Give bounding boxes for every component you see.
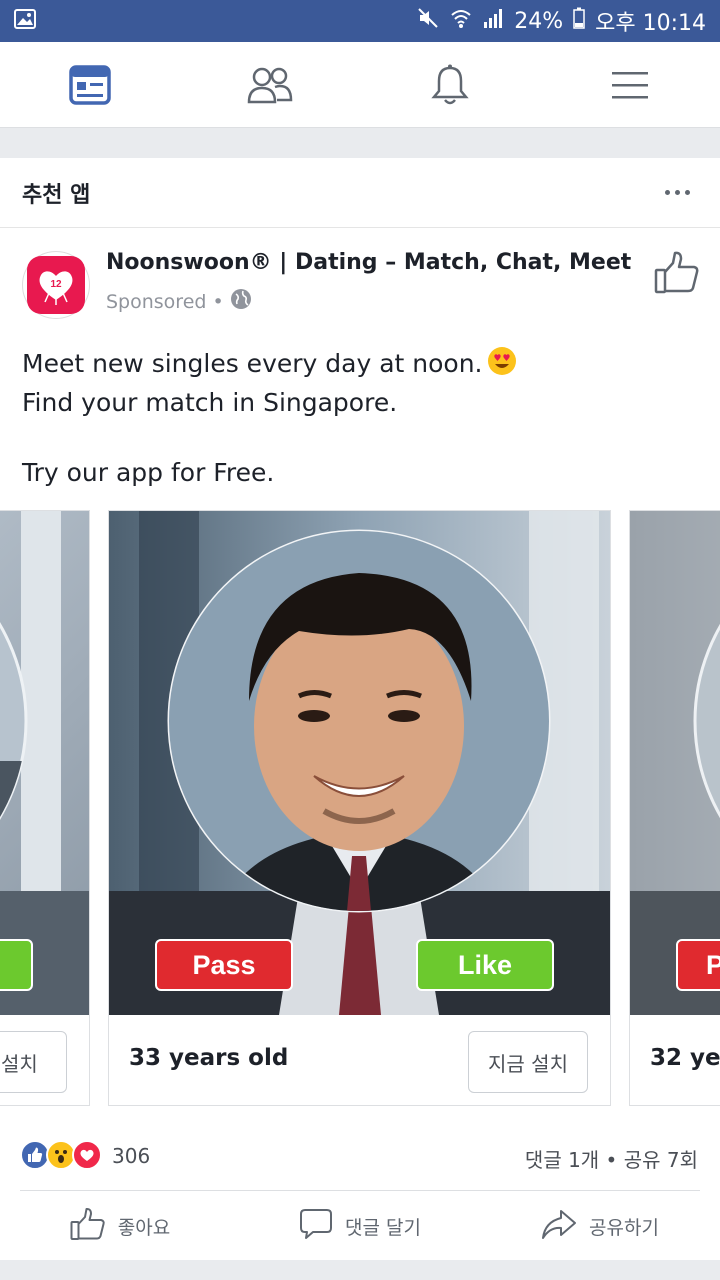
- carousel-card[interactable]: Pass Like 33 years old 지금 설치: [108, 510, 611, 1106]
- reaction-count[interactable]: 306: [112, 1144, 150, 1168]
- reactions-bar[interactable]: 306 댓글 1개 • 공유 7회: [0, 1136, 720, 1192]
- more-dot-icon: [675, 190, 680, 195]
- app-avatar[interactable]: 12: [22, 251, 90, 319]
- signal-icon: [482, 7, 504, 35]
- share-button[interactable]: 공유하기: [480, 1192, 720, 1260]
- top-nav: [0, 42, 720, 128]
- sponsored-label[interactable]: Sponsored: [106, 291, 206, 313]
- card-caption: 33 years old: [129, 1045, 289, 1071]
- clock-heart-icon: 12: [27, 256, 85, 314]
- more-options-button[interactable]: [657, 182, 698, 203]
- divider: [20, 1190, 700, 1191]
- install-now-button[interactable]: 금 설치: [0, 1031, 67, 1093]
- comment-button[interactable]: 댓글 달기: [240, 1192, 480, 1260]
- card-footer: 32 yea: [630, 1015, 720, 1105]
- section-header: 추천 앱: [0, 158, 720, 228]
- friends-icon: [247, 65, 293, 105]
- clock: 오후 10:14: [595, 11, 706, 36]
- like-badge: Like: [416, 939, 554, 991]
- like-badge: [0, 939, 33, 991]
- post-line: [22, 420, 702, 455]
- love-reaction-icon: [72, 1140, 102, 1170]
- like-label: 좋아요: [117, 1216, 171, 1239]
- feed-separator: [0, 128, 720, 158]
- more-dot-icon: [665, 190, 670, 195]
- mute-icon: [416, 6, 440, 36]
- card-footer: 금 설치: [0, 1015, 89, 1105]
- gallery-icon: [14, 9, 36, 33]
- comment-label: 댓글 달기: [345, 1216, 421, 1239]
- heart-eyes-emoji-icon: [487, 346, 517, 385]
- post-body: Meet new singles every day at noon. Find…: [22, 346, 702, 490]
- hamburger-menu-icon: [611, 69, 649, 101]
- reaction-icons: [20, 1140, 102, 1170]
- post-meta: Sponsored •: [106, 288, 252, 315]
- post-header: 12 Noonswoon® | Dating – Match, Chat, Me…: [0, 248, 720, 328]
- bell-icon: [430, 63, 470, 107]
- meta-separator: •: [212, 290, 224, 313]
- sponsored-post-card: 추천 앱 12 Noonswoon® | Dating – Match, Cha…: [0, 158, 720, 1260]
- app-carousel[interactable]: 금 설치: [0, 510, 720, 1108]
- comment-icon: [299, 1207, 333, 1246]
- like-button[interactable]: 좋아요: [0, 1192, 240, 1260]
- card-footer: 33 years old 지금 설치: [109, 1015, 610, 1105]
- globe-icon: [230, 288, 252, 315]
- tab-menu[interactable]: [540, 42, 720, 127]
- like-page-button[interactable]: [654, 250, 700, 298]
- section-title: 추천 앱: [22, 182, 91, 208]
- thumbs-up-icon: [654, 251, 700, 298]
- tab-friends[interactable]: [180, 42, 360, 127]
- share-icon: [541, 1208, 577, 1245]
- news-feed-icon: [69, 64, 111, 105]
- advertiser-name[interactable]: Noonswoon® | Dating – Match, Chat, Meet: [106, 250, 631, 275]
- tab-notifications[interactable]: [360, 42, 540, 127]
- install-now-button[interactable]: 지금 설치: [468, 1031, 588, 1093]
- share-label: 공유하기: [589, 1216, 659, 1239]
- feed-separator: [0, 1260, 720, 1280]
- status-bar: 24% 오후 10:14: [0, 0, 720, 42]
- tab-news-feed[interactable]: [0, 42, 180, 127]
- post-actions: 좋아요 댓글 달기 공유하기: [0, 1192, 720, 1260]
- post-line: Find your match in Singapore.: [22, 388, 398, 417]
- app-icon-number: 12: [50, 279, 62, 290]
- battery-percent: 24%: [514, 8, 564, 34]
- thumbs-up-icon: [70, 1207, 106, 1246]
- post-line: Try our app for Free.: [22, 458, 275, 487]
- comments-shares-count[interactable]: 댓글 1개 • 공유 7회: [525, 1144, 698, 1173]
- carousel-card[interactable]: 금 설치: [0, 510, 90, 1106]
- pass-badge: P: [676, 939, 720, 991]
- carousel-card[interactable]: P 32 yea: [629, 510, 720, 1106]
- card-caption: 32 yea: [650, 1045, 720, 1071]
- more-dot-icon: [685, 190, 690, 195]
- battery-icon: [573, 7, 585, 35]
- post-line: Meet new singles every day at noon.: [22, 346, 702, 385]
- wifi-icon: [450, 7, 472, 35]
- pass-badge: Pass: [155, 939, 293, 991]
